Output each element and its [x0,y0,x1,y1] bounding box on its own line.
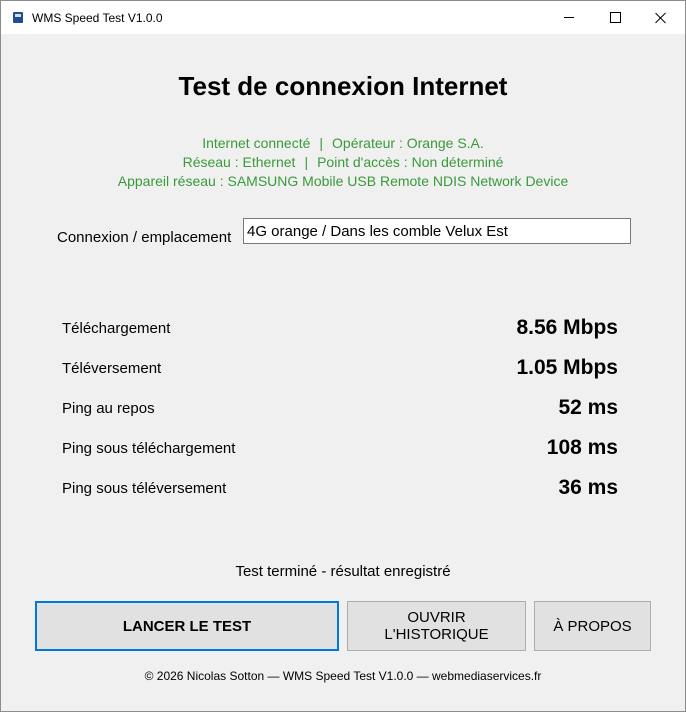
footer-credits: © 2026 Nicolas Sotton — WMS Speed Test V… [144,669,542,683]
upload-ping-label: Ping sous téléversement [62,480,227,497]
network-info: Réseau : Ethernet [182,154,296,170]
download-value: 8.56 Mbps [516,316,618,339]
test-result-status: Test terminé - résultat enregistré [235,563,451,580]
download-label: Téléchargement [62,320,171,337]
minimize-icon [564,17,574,18]
page-title: Test de connexion Internet [178,71,508,101]
maximize-icon [609,12,621,23]
operator-info: Opérateur : Orange S.A. [332,135,484,151]
separator: | [304,154,309,170]
upload-ping-value: 36 ms [558,476,618,499]
access-point-info: Point d'accès : Non déterminé [317,154,504,170]
start-test-button[interactable]: LANCER LE TEST [35,601,339,651]
upload-label: Téléversement [62,360,162,377]
window-title: WMS Speed Test V1.0.0 [32,11,163,25]
connection-status: Internet connecté [202,135,311,151]
idle-ping-value: 52 ms [558,396,618,419]
separator: | [319,135,324,151]
title-bar[interactable]: WMS Speed Test V1.0.0 [1,1,685,34]
location-label: Connexion / emplacement [57,229,232,246]
location-input[interactable] [243,218,631,244]
upload-value: 1.05 Mbps [516,356,618,379]
status-line-network: Réseau : Ethernet | Point d'accès : Non dé… [1,154,685,170]
status-line-device: Appareil réseau : SAMSUNG Mobile USB Rem… [117,173,569,189]
open-history-button[interactable]: OUVRIR L'HISTORIQUE [347,601,526,651]
download-ping-value: 108 ms [546,436,618,459]
app-window: WMS Speed Test V1.0.0 Test de connexion … [0,0,686,712]
about-button[interactable]: À PROPOS [534,601,651,651]
status-line-connection: Internet connecté | Opérateur : Orange S.A… [1,135,685,151]
download-ping-label: Ping sous téléchargement [62,440,236,457]
app-icon [13,12,23,23]
idle-ping-label: Ping au repos [62,400,155,417]
close-icon [655,12,667,24]
close-button[interactable] [638,1,684,34]
minimize-button[interactable] [546,1,592,34]
maximize-button[interactable] [592,1,638,34]
